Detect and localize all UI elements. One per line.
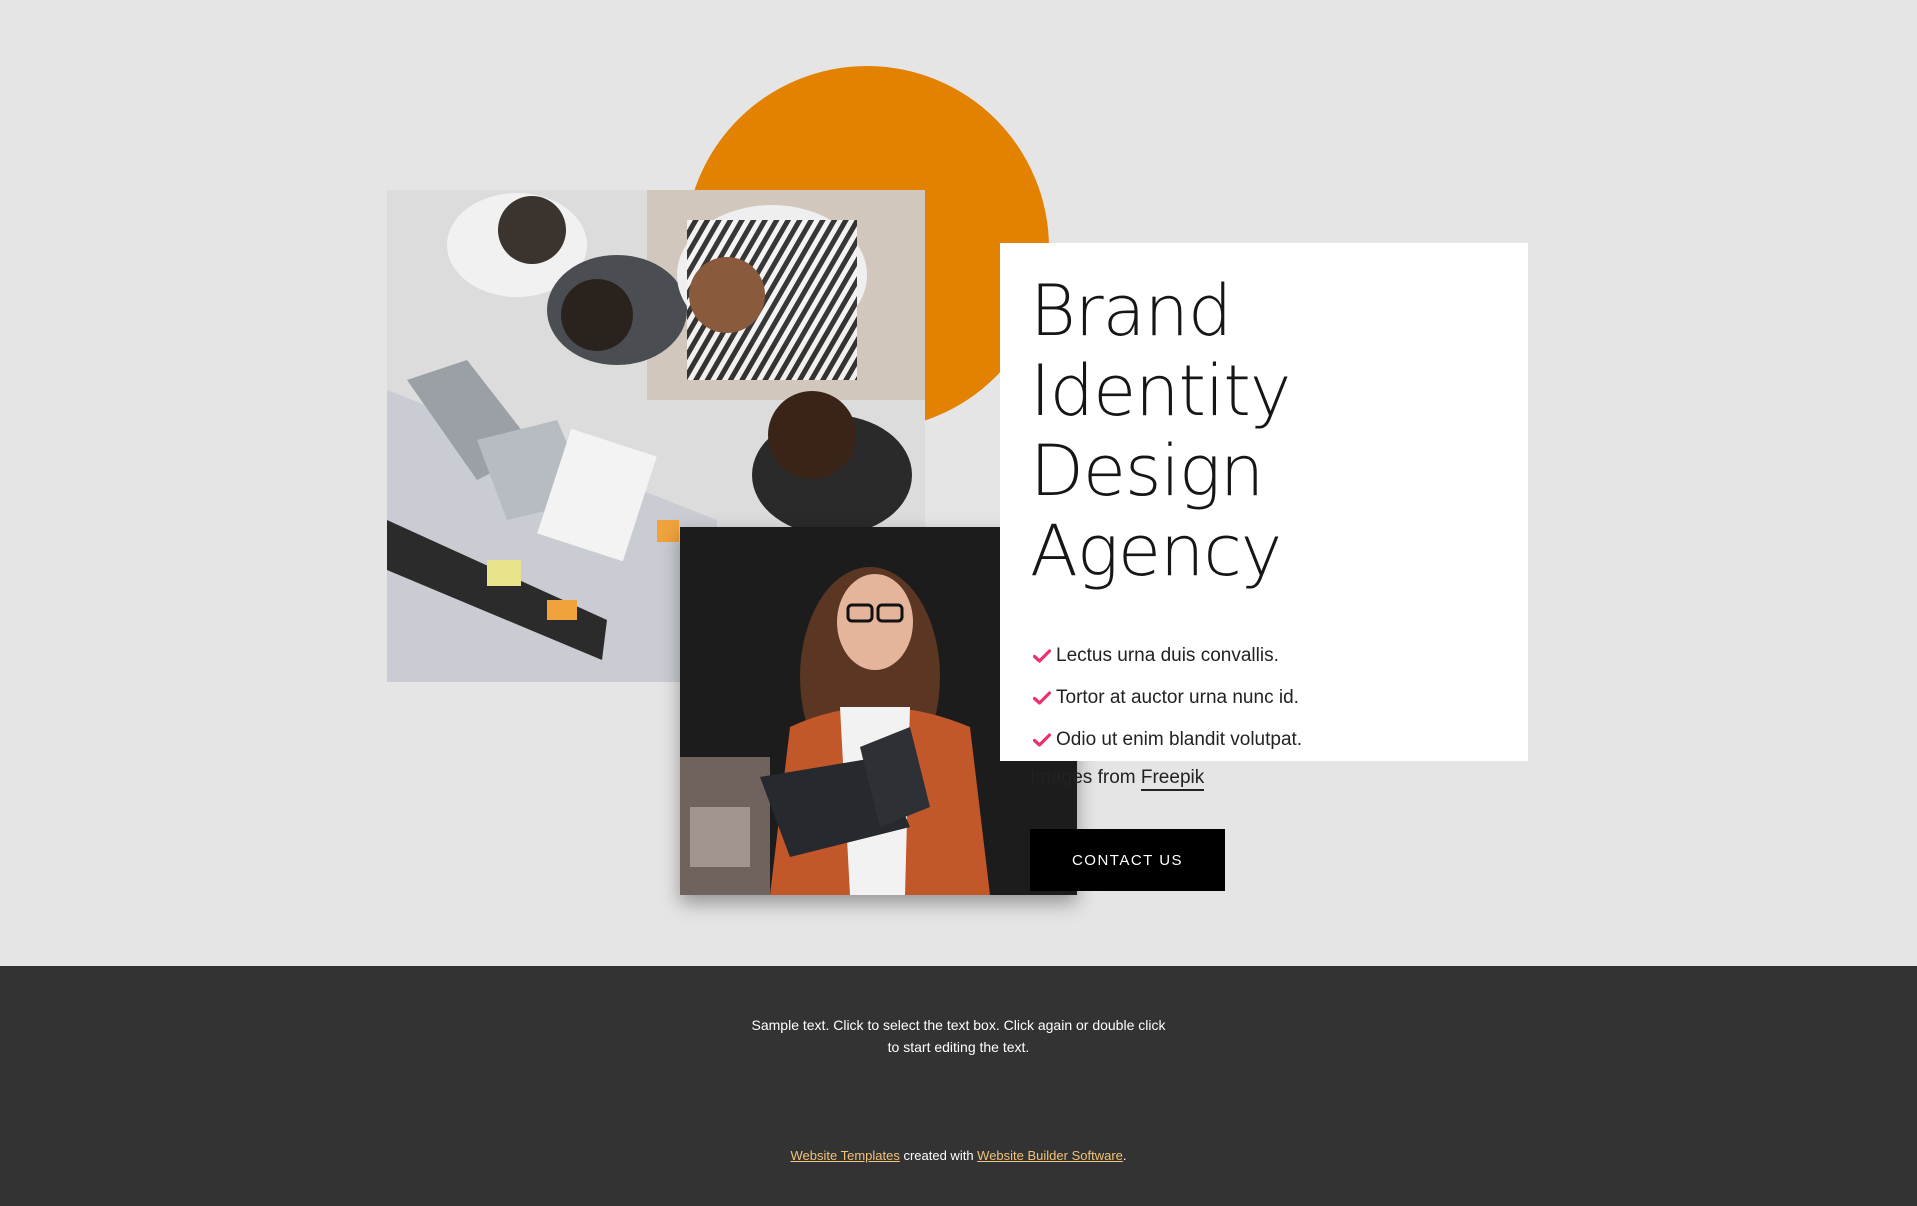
hero-section: Brand Identity Design Agency Lectus urna… — [0, 0, 1917, 966]
check-icon — [1030, 644, 1054, 668]
hero-title-line-2: Design Agency — [1030, 430, 1282, 592]
image-credit-prefix: Images from — [1030, 767, 1136, 788]
check-icon — [1030, 686, 1054, 710]
hero-card: Brand Identity Design Agency Lectus urna… — [1000, 243, 1528, 891]
footer-credits: Website Templates created with Website B… — [0, 1148, 1917, 1163]
feature-item: Odio ut enim blandit volutpat. — [1030, 719, 1498, 761]
website-templates-link[interactable]: Website Templates — [790, 1148, 899, 1163]
footer-credits-end: . — [1122, 1148, 1127, 1163]
image-credit: Images from Freepik — [1030, 767, 1498, 791]
footer-credits-middle: created with — [899, 1148, 978, 1163]
check-icon — [1030, 728, 1054, 752]
contact-us-button[interactable]: CONTACT US — [1030, 829, 1225, 891]
feature-list: Lectus urna duis convallis. Tortor at au… — [1030, 635, 1498, 761]
footer-sample-text: Sample text. Click to select the text bo… — [751, 1017, 1166, 1055]
feature-item: Lectus urna duis convallis. — [1030, 635, 1498, 677]
feature-item: Tortor at auctor urna nunc id. — [1030, 677, 1498, 719]
site-footer: Sample text. Click to select the text bo… — [0, 966, 1917, 1206]
feature-item-label: Odio ut enim blandit volutpat. — [1056, 729, 1303, 750]
hero-title: Brand Identity Design Agency — [1030, 271, 1498, 591]
feature-item-label: Tortor at auctor urna nunc id. — [1056, 687, 1299, 708]
feature-item-label: Lectus urna duis convallis. — [1056, 645, 1279, 666]
website-builder-link[interactable]: Website Builder Software — [977, 1148, 1123, 1163]
hero-title-line-1: Brand Identity — [1030, 270, 1291, 432]
freepik-link[interactable]: Freepik — [1140, 767, 1205, 791]
